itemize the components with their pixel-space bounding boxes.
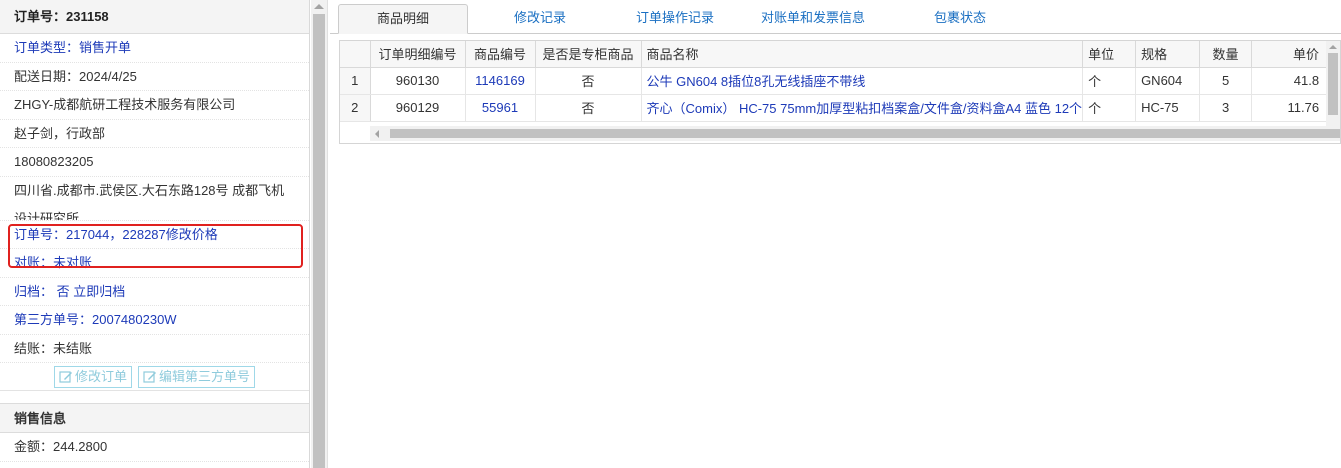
- app-root: 订单号：231158 订单类型：销售开单 配送日期：2024/4/25 ZHGY…: [0, 0, 1341, 468]
- row-number: 2: [340, 94, 371, 122]
- edit-icon: [143, 370, 156, 383]
- counter-product-cell: 否: [535, 94, 642, 122]
- vertical-scroll-thumb[interactable]: [1328, 53, 1338, 115]
- archive-value: 否: [56, 283, 70, 299]
- product-table: 订单明细编号 商品编号 是否是专柜商品 商品名称 单位 规格 数量 单价 1 9…: [340, 41, 1331, 122]
- scroll-up-icon[interactable]: [1329, 45, 1337, 49]
- table-row[interactable]: 1 960130 1146169 否 公牛 GN604 8插位8孔无线插座不带线…: [340, 67, 1331, 95]
- detail-number-cell: 960129: [370, 94, 466, 122]
- edit-third-party-label: 编辑第三方单号: [159, 368, 251, 384]
- tab-statement-invoice[interactable]: 对账单和发票信息: [748, 4, 878, 34]
- column-header[interactable]: 订单明细编号: [370, 41, 466, 68]
- scrollbar-thumb[interactable]: [313, 14, 325, 468]
- row-number: 1: [340, 67, 371, 95]
- column-header[interactable]: 商品名称: [641, 41, 1084, 68]
- unit-cell: 个: [1082, 67, 1137, 95]
- detail-number-cell: 960130: [370, 67, 466, 95]
- detail-area: 商品明细 修改记录 订单操作记录 对账单和发票信息 包裹状态 订单明细编号 商品…: [330, 0, 1341, 468]
- product-number-link[interactable]: 1146169: [465, 67, 536, 95]
- column-header[interactable]: 单位: [1082, 41, 1137, 68]
- sales-amount: 金额：244.2800: [0, 433, 309, 462]
- edit-third-party-button[interactable]: 编辑第三方单号: [138, 365, 256, 388]
- column-header[interactable]: 单价: [1251, 41, 1331, 68]
- settlement-status: 结账：未结账: [0, 335, 309, 363]
- delivery-date: 配送日期：2024/4/25: [0, 63, 309, 91]
- archive-status: 归档： 否 立即归档: [0, 278, 309, 306]
- column-header[interactable]: 数量: [1199, 41, 1253, 68]
- order-info-panel: 订单号：231158 订单类型：销售开单 配送日期：2024/4/25 ZHGY…: [0, 0, 310, 468]
- third-party-order-no[interactable]: 第三方单号：2007480230W: [0, 306, 309, 335]
- counter-product-cell: 否: [535, 67, 642, 95]
- tab-package-status[interactable]: 包裹状态: [910, 4, 1010, 34]
- archive-label: 归档：: [14, 283, 54, 299]
- company-name: ZHGY-成都航研工程技术服务有限公司: [0, 91, 309, 120]
- scroll-up-icon[interactable]: [314, 4, 324, 9]
- tab-product-details[interactable]: 商品明细: [338, 4, 468, 34]
- related-orders[interactable]: 订单号：217044，228287修改价格: [0, 221, 309, 249]
- contact-phone: 18080823205: [0, 148, 309, 177]
- contact-person: 赵子剑，行政部: [0, 120, 309, 148]
- address-line-2: 设计研究所: [14, 210, 80, 221]
- product-number-link[interactable]: 55961: [465, 94, 536, 122]
- reconcile-status[interactable]: 对账：未对账: [0, 249, 309, 278]
- unit-price-cell: 41.8: [1251, 67, 1331, 95]
- column-header[interactable]: 商品编号: [465, 41, 536, 68]
- product-grid: 订单明细编号 商品编号 是否是专柜商品 商品名称 单位 规格 数量 单价 1 9…: [339, 40, 1341, 144]
- unit-cell: 个: [1082, 94, 1137, 122]
- tab-change-log[interactable]: 修改记录: [490, 4, 590, 34]
- product-name-link[interactable]: 齐心（Comix） HC-75 75mm加厚型粘扣档案盒/文件盒/资料盒A4 蓝…: [641, 94, 1084, 122]
- tab-bar: 商品明细 修改记录 订单操作记录 对账单和发票信息 包裹状态: [330, 0, 1341, 34]
- spec-cell: HC-75: [1135, 94, 1201, 122]
- quantity-cell: 5: [1199, 67, 1253, 95]
- address-line-1: 四川省.成都市.武侯区.大石东路128号 成都飞机: [14, 182, 285, 198]
- edit-order-label: 修改订单: [74, 368, 127, 384]
- edit-icon: [59, 370, 72, 383]
- order-number-header: 订单号：231158: [0, 0, 309, 34]
- table-row[interactable]: 2 960129 55961 否 齐心（Comix） HC-75 75mm加厚型…: [340, 94, 1331, 122]
- grid-horizontal-scrollbar[interactable]: [370, 126, 1340, 141]
- horizontal-scroll-thumb[interactable]: [390, 129, 1340, 138]
- archive-now-link[interactable]: 立即归档: [73, 284, 125, 299]
- spec-cell: GN604: [1135, 67, 1201, 95]
- grid-vertical-scrollbar[interactable]: [1326, 41, 1340, 126]
- order-type[interactable]: 订单类型：销售开单: [0, 34, 309, 63]
- product-name-link[interactable]: 公牛 GN604 8插位8孔无线插座不带线: [641, 67, 1084, 95]
- delivery-address: 四川省.成都市.武侯区.大石东路128号 成都飞机 设计研究所: [0, 177, 309, 221]
- table-header-row: 订单明细编号 商品编号 是否是专柜商品 商品名称 单位 规格 数量 单价: [340, 41, 1331, 68]
- scroll-left-icon[interactable]: [375, 130, 379, 138]
- tab-order-operations[interactable]: 订单操作记录: [625, 4, 725, 34]
- row-number-header: [340, 41, 371, 68]
- column-header[interactable]: 是否是专柜商品: [535, 41, 642, 68]
- unit-price-cell: 11.76: [1251, 94, 1331, 122]
- edit-order-button[interactable]: 修改订单: [53, 365, 132, 388]
- left-panel-scrollbar[interactable]: [311, 0, 328, 468]
- action-buttons: 修改订单 编辑第三方单号: [0, 363, 309, 391]
- quantity-cell: 3: [1199, 94, 1253, 122]
- column-header[interactable]: 规格: [1135, 41, 1201, 68]
- sales-info-title: 销售信息: [0, 403, 309, 433]
